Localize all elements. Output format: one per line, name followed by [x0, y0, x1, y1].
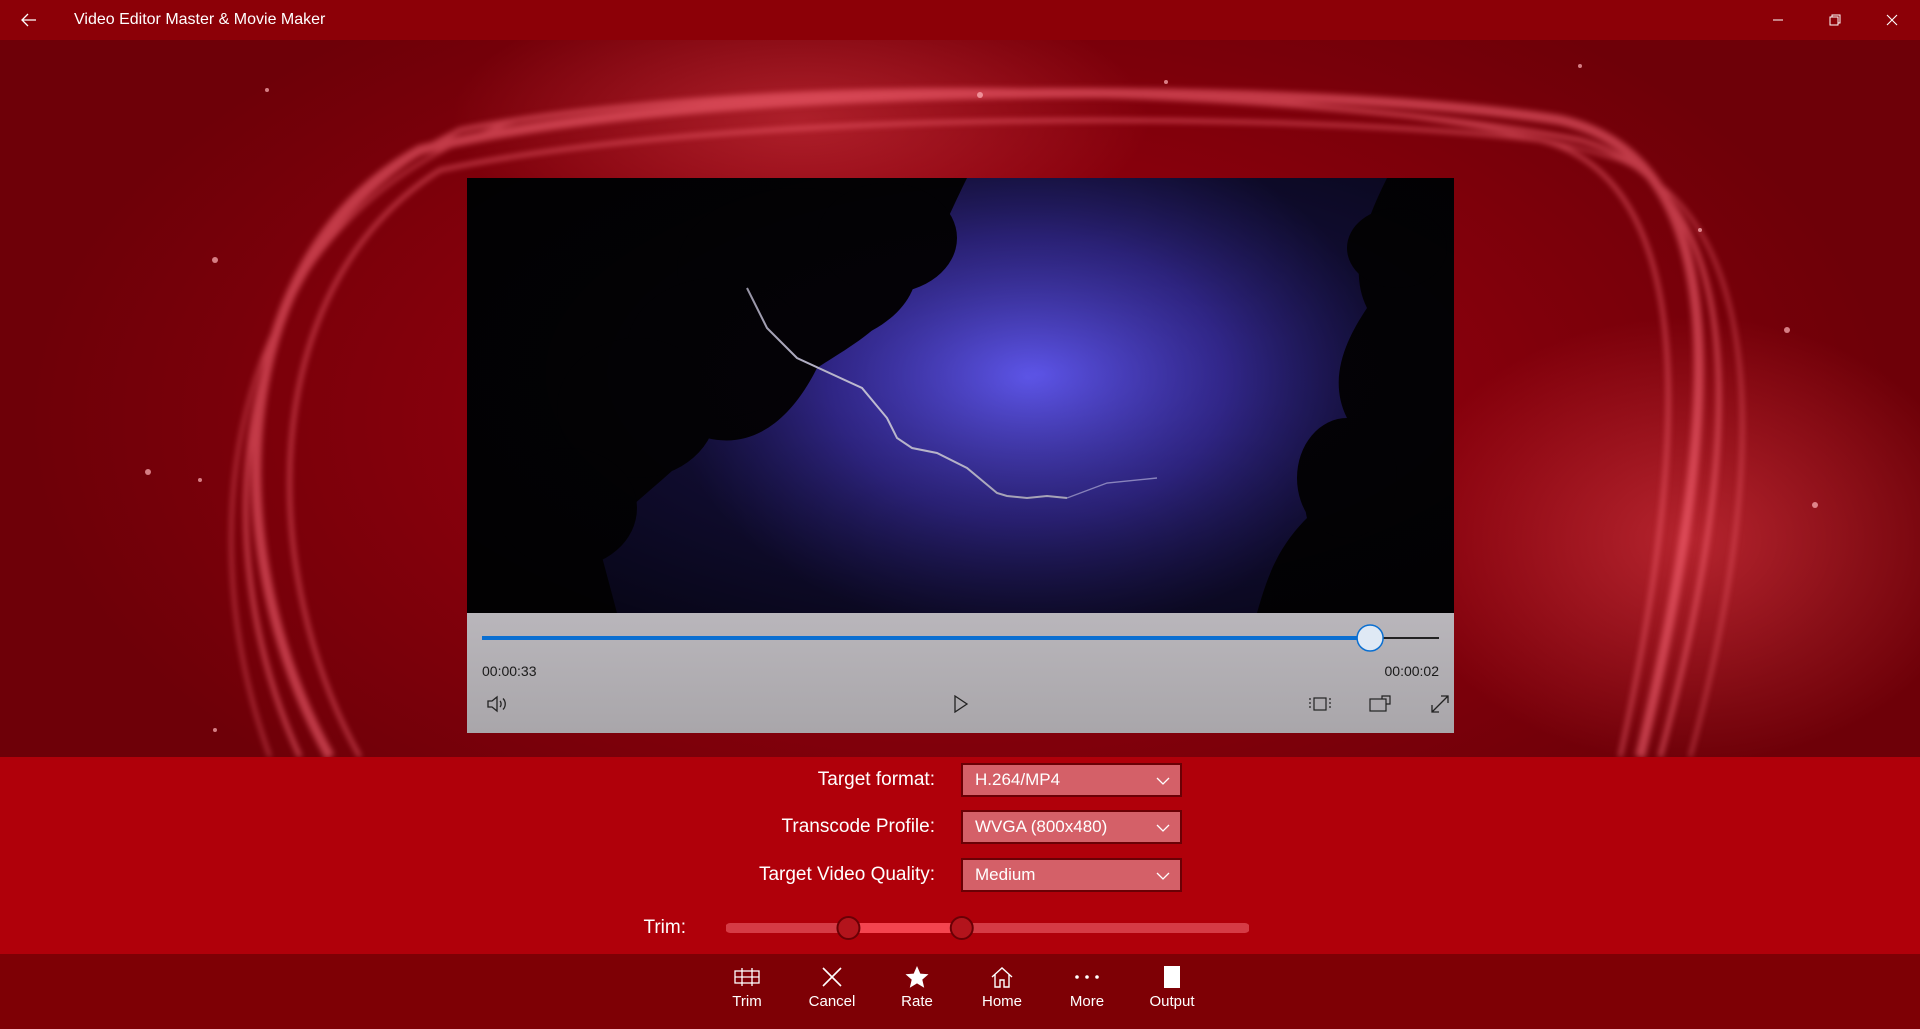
video-quality-row: Target Video Quality: Medium	[0, 858, 1920, 894]
bottom-command-bar: Trim Cancel Rate Home More Output	[0, 954, 1920, 1029]
restore-button[interactable]	[1806, 0, 1863, 40]
more-button[interactable]: More	[1048, 962, 1126, 1022]
minimize-icon	[1772, 19, 1783, 21]
target-format-dropdown[interactable]: H.264/MP4	[961, 763, 1182, 797]
star-icon	[905, 966, 929, 988]
output-button[interactable]: Output	[1133, 962, 1211, 1022]
transcode-profile-label: Transcode Profile:	[781, 816, 935, 837]
aspect-ratio-button[interactable]	[1304, 688, 1336, 720]
home-button[interactable]: Home	[963, 962, 1041, 1022]
home-icon	[991, 967, 1013, 988]
trim-end-handle[interactable]	[949, 916, 974, 940]
cancel-icon	[822, 967, 842, 987]
transcode-profile-value: WVGA (800x480)	[975, 817, 1108, 836]
video-quality-value: Medium	[975, 865, 1036, 884]
close-icon	[1886, 14, 1897, 26]
cast-icon	[1369, 695, 1391, 712]
trim-icon	[734, 968, 760, 986]
restore-icon	[1829, 14, 1840, 26]
cast-button[interactable]	[1364, 688, 1396, 720]
trim-label: Trim:	[643, 917, 686, 938]
play-icon	[954, 695, 969, 713]
home-button-label: Home	[981, 993, 1022, 1010]
back-arrow-icon	[21, 13, 36, 27]
trim-range-slider[interactable]	[726, 913, 1249, 943]
video-thumbnail-graphic	[467, 178, 1454, 613]
target-format-label: Target format:	[817, 769, 935, 790]
fullscreen-icon	[1431, 695, 1449, 713]
title-bar: Video Editor Master & Movie Maker	[0, 0, 1920, 40]
play-button[interactable]	[945, 688, 977, 720]
video-player[interactable]: 00:00:33 00:00:02	[467, 178, 1454, 733]
window-controls	[1749, 0, 1920, 40]
cancel-button[interactable]: Cancel	[793, 962, 871, 1022]
target-format-row: Target format: H.264/MP4	[0, 763, 1920, 799]
volume-icon	[487, 695, 506, 713]
target-format-value: H.264/MP4	[975, 770, 1061, 789]
aspect-ratio-icon	[1309, 697, 1331, 711]
video-frame	[467, 178, 1454, 613]
seek-bar[interactable]	[467, 618, 1454, 658]
time-elapsed: 00:00:33	[482, 663, 537, 679]
window-title: Video Editor Master & Movie Maker	[74, 11, 326, 28]
back-button[interactable]	[0, 0, 58, 40]
video-quality-label: Target Video Quality:	[758, 864, 935, 885]
export-settings-panel: Target format: H.264/MP4 Transcode Profi…	[0, 757, 1920, 954]
output-button-label: Output	[1149, 993, 1195, 1010]
chevron-down-icon	[1156, 824, 1170, 832]
transcode-profile-row: Transcode Profile: WVGA (800x480)	[0, 810, 1920, 846]
trim-button[interactable]: Trim	[708, 962, 786, 1022]
minimize-button[interactable]	[1749, 0, 1806, 40]
rate-button[interactable]: Rate	[878, 962, 956, 1022]
trim-start-handle[interactable]	[836, 916, 861, 940]
chevron-down-icon	[1156, 777, 1170, 785]
video-quality-dropdown[interactable]: Medium	[961, 858, 1182, 892]
close-button[interactable]	[1863, 0, 1920, 40]
volume-button[interactable]	[481, 688, 513, 720]
time-remaining: 00:00:02	[1384, 663, 1440, 679]
rate-button-label: Rate	[901, 993, 933, 1010]
app-window: Video Editor Master & Movie Maker 00:00:…	[0, 0, 1920, 1029]
more-icon	[1075, 975, 1099, 979]
trim-button-label: Trim	[732, 993, 762, 1010]
seek-thumb[interactable]	[1356, 624, 1384, 652]
chevron-down-icon	[1156, 872, 1170, 880]
playback-controls: 00:00:33 00:00:02	[467, 613, 1454, 733]
cancel-button-label: Cancel	[808, 993, 856, 1010]
more-button-label: More	[1069, 993, 1105, 1010]
fullscreen-button[interactable]	[1424, 688, 1456, 720]
output-document-icon	[1164, 966, 1180, 988]
transcode-profile-dropdown[interactable]: WVGA (800x480)	[961, 810, 1182, 844]
